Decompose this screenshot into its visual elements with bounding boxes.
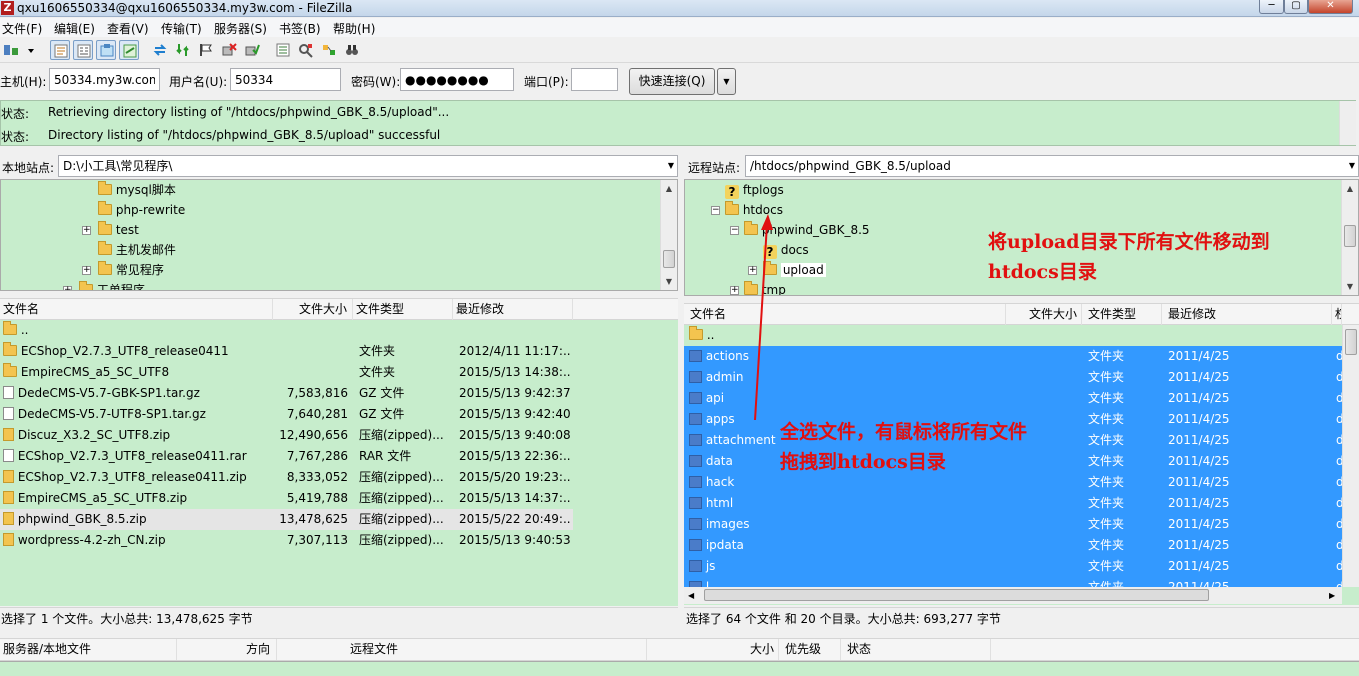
annotation-middle: 全选文件，有鼠标将所有文件 拖拽到htdocs目录 — [780, 421, 1028, 473]
annotation-top: 将upload目录下所有文件移动到 htdocs目录 — [988, 231, 1270, 283]
annotation-arrow — [754, 214, 773, 421]
